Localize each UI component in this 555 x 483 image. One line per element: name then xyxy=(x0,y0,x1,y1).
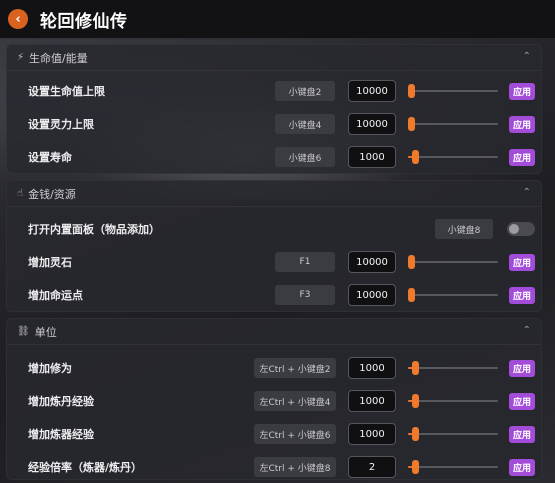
value-input[interactable]: 10000 xyxy=(348,284,396,306)
section-money-resources: ☝ 金钱/资源 ⌃ 打开内置面板（物品添加） 小键盘8 增加灵石 F1 1000… xyxy=(6,180,542,312)
hotkey-badge[interactable]: 小键盘2 xyxy=(275,81,335,101)
cheat-row: 设置生命值上限 小键盘2 10000 应用 xyxy=(7,75,543,107)
cheat-row: 增加灵石 F1 10000 应用 xyxy=(7,246,543,278)
row-label: 增加炼器经验 xyxy=(28,428,94,441)
value-slider[interactable] xyxy=(408,150,498,164)
value-slider[interactable] xyxy=(408,255,498,269)
cheat-row: 打开内置面板（物品添加） 小键盘8 xyxy=(7,213,543,245)
hotkey-badge[interactable]: 左Ctrl + 小键盘4 xyxy=(254,391,336,411)
cheat-row: 经验倍率（炼器/炼丹） 左Ctrl + 小键盘8 2 应用 xyxy=(7,451,543,483)
hotkey-badge[interactable]: F3 xyxy=(275,285,335,305)
hotkey-badge[interactable]: 小键盘6 xyxy=(275,147,335,167)
cheat-row: 增加炼器经验 左Ctrl + 小键盘6 1000 应用 xyxy=(7,418,543,450)
app-header: ‹ 轮回修仙传 xyxy=(0,0,555,38)
chevron-up-icon[interactable]: ⌃ xyxy=(523,51,531,62)
row-label: 增加炼丹经验 xyxy=(28,395,94,408)
value-input[interactable]: 2 xyxy=(348,456,396,478)
hotkey-badge[interactable]: 左Ctrl + 小键盘8 xyxy=(254,457,336,477)
value-input[interactable]: 10000 xyxy=(348,80,396,102)
row-label: 增加命运点 xyxy=(28,289,83,302)
arrow-left-icon: ‹ xyxy=(15,11,21,27)
section-header[interactable]: ⚡ 生命值/能量 ⌃ xyxy=(7,45,541,71)
row-label: 设置生命值上限 xyxy=(28,85,105,98)
hotkey-badge[interactable]: 左Ctrl + 小键盘6 xyxy=(254,424,336,444)
lightning-icon: ⚡ xyxy=(17,52,25,63)
section-header[interactable]: ☝ 金钱/资源 ⌃ xyxy=(7,181,541,207)
row-label: 设置灵力上限 xyxy=(28,118,94,131)
pointer-hand-icon: ☝ xyxy=(17,188,24,199)
value-slider[interactable] xyxy=(408,288,498,302)
row-label: 增加灵石 xyxy=(28,256,72,269)
section-units: ⛓ 单位 ⌃ 增加修为 左Ctrl + 小键盘2 1000 应用 增加炼丹经验 … xyxy=(6,318,542,480)
section-title: 生命值/能量 xyxy=(29,51,88,65)
value-slider[interactable] xyxy=(408,84,498,98)
chevron-up-icon[interactable]: ⌃ xyxy=(523,325,531,336)
cheat-row: 设置灵力上限 小键盘4 10000 应用 xyxy=(7,108,543,140)
section-header[interactable]: ⛓ 单位 ⌃ xyxy=(7,319,541,345)
section-title: 单位 xyxy=(34,325,57,339)
row-label: 增加修为 xyxy=(28,362,72,375)
value-slider[interactable] xyxy=(408,394,498,408)
toggle-switch[interactable] xyxy=(507,222,535,236)
apply-button[interactable]: 应用 xyxy=(509,286,535,304)
hotkey-badge[interactable]: F1 xyxy=(275,252,335,272)
app-title: 轮回修仙传 xyxy=(40,11,128,32)
chain-icon: ⛓ xyxy=(17,326,30,337)
value-slider[interactable] xyxy=(408,117,498,131)
back-button[interactable]: ‹ xyxy=(8,9,28,29)
hotkey-badge[interactable]: 左Ctrl + 小键盘2 xyxy=(254,358,336,378)
apply-button[interactable]: 应用 xyxy=(509,392,535,410)
value-slider[interactable] xyxy=(408,460,498,474)
apply-button[interactable]: 应用 xyxy=(509,115,535,133)
value-input[interactable]: 1000 xyxy=(348,146,396,168)
value-input[interactable]: 1000 xyxy=(348,390,396,412)
apply-button[interactable]: 应用 xyxy=(509,82,535,100)
apply-button[interactable]: 应用 xyxy=(509,425,535,443)
apply-button[interactable]: 应用 xyxy=(509,458,535,476)
apply-button[interactable]: 应用 xyxy=(509,359,535,377)
cheat-row: 增加炼丹经验 左Ctrl + 小键盘4 1000 应用 xyxy=(7,385,543,417)
cheat-row: 增加命运点 F3 10000 应用 xyxy=(7,279,543,311)
row-label: 经验倍率（炼器/炼丹） xyxy=(28,461,143,474)
hotkey-badge[interactable]: 小键盘8 xyxy=(435,219,493,239)
value-input[interactable]: 1000 xyxy=(348,423,396,445)
value-input[interactable]: 10000 xyxy=(348,251,396,273)
apply-button[interactable]: 应用 xyxy=(509,253,535,271)
value-slider[interactable] xyxy=(408,427,498,441)
row-label: 打开内置面板（物品添加） xyxy=(28,223,160,236)
value-input[interactable]: 1000 xyxy=(348,357,396,379)
section-health-energy: ⚡ 生命值/能量 ⌃ 设置生命值上限 小键盘2 10000 应用 设置灵力上限 … xyxy=(6,44,542,174)
value-slider[interactable] xyxy=(408,361,498,375)
apply-button[interactable]: 应用 xyxy=(509,148,535,166)
row-label: 设置寿命 xyxy=(28,151,72,164)
hotkey-badge[interactable]: 小键盘4 xyxy=(275,114,335,134)
chevron-up-icon[interactable]: ⌃ xyxy=(523,187,531,198)
value-input[interactable]: 10000 xyxy=(348,113,396,135)
cheat-row: 设置寿命 小键盘6 1000 应用 xyxy=(7,141,543,173)
cheat-row: 增加修为 左Ctrl + 小键盘2 1000 应用 xyxy=(7,352,543,384)
section-title: 金钱/资源 xyxy=(28,187,76,201)
